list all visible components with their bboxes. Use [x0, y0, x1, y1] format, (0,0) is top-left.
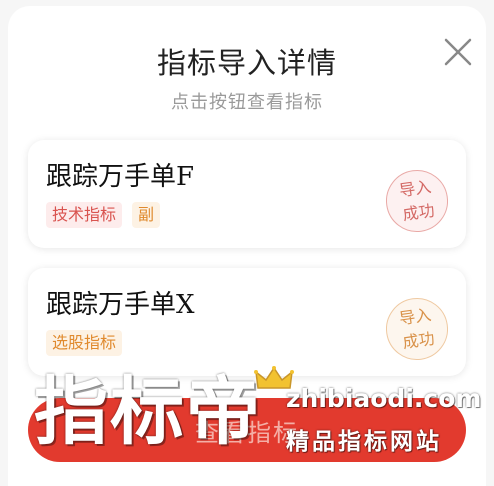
watermark-url: zhibiaodi.com	[286, 384, 482, 413]
import-success-stamp: 导入 成功	[381, 293, 453, 365]
indicator-name: 跟踪万手单X	[46, 290, 195, 320]
indicator-name: 跟踪万手单F	[46, 162, 195, 192]
dialog-title: 指标导入详情	[156, 46, 337, 80]
import-success-stamp: 导入 成功	[381, 165, 453, 237]
indicator-tags: 选股指标	[46, 330, 123, 356]
stamp-line-2: 成功	[401, 200, 436, 225]
indicator-card[interactable]: 跟踪万手单F 技术指标 副 导入 成功	[28, 140, 466, 248]
tag-sub: 副	[132, 202, 161, 228]
close-icon[interactable]	[440, 34, 476, 70]
dialog-subtitle: 点击按钮查看指标	[171, 92, 323, 113]
watermark-slogan: 精品指标网站	[286, 429, 442, 455]
stamp-line-2: 成功	[401, 328, 436, 353]
watermark-brand: 指标帝	[34, 369, 262, 455]
indicator-tags: 技术指标 副	[46, 202, 161, 228]
tag-stock-selection: 选股指标	[46, 330, 123, 356]
indicator-card[interactable]: 跟踪万手单X 选股指标 导入 成功	[28, 268, 466, 376]
tag-technical: 技术指标	[46, 202, 123, 228]
